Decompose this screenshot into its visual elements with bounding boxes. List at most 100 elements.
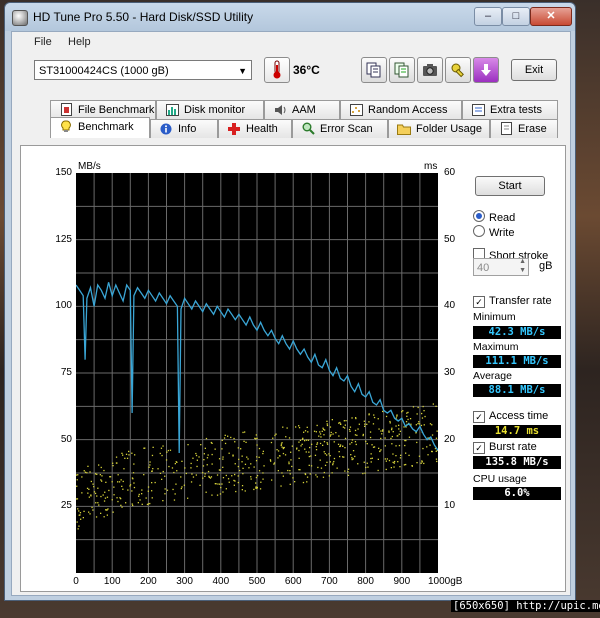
x-tick-label: 300 — [176, 576, 193, 587]
access-time-point — [92, 483, 94, 485]
access-time-point — [80, 518, 82, 520]
transfer-rate-checkbox[interactable]: ✓ Transfer rate — [473, 295, 552, 308]
maximize-button[interactable]: □ — [502, 7, 530, 26]
drive-select[interactable]: ST31000424CS (1000 gB) ▼ — [34, 60, 252, 80]
camera-icon[interactable] — [417, 57, 443, 83]
tab-folder-usage[interactable]: Folder Usage — [388, 119, 490, 138]
write-radio[interactable]: Write — [473, 225, 514, 239]
title-bar[interactable]: HD Tune Pro 5.50 - Hard Disk/SSD Utility… — [5, 3, 575, 31]
access-time-point — [256, 444, 258, 446]
access-time-point — [195, 454, 198, 457]
access-time-point — [116, 497, 118, 499]
tools-icon[interactable] — [445, 57, 471, 83]
access-time-point — [143, 474, 145, 476]
tab-benchmark[interactable]: Benchmark — [50, 117, 150, 138]
access-time-point — [279, 455, 281, 457]
access-time-point — [282, 426, 284, 428]
access-time-point — [281, 446, 283, 448]
tab-health[interactable]: Health — [218, 119, 292, 138]
access-time-point — [172, 488, 174, 491]
y-right-tick-label: 40 — [444, 300, 456, 312]
access-time-point — [141, 493, 143, 495]
toolbar: ST31000424CS (1000 gB) ▼ 36°C Exit — [12, 54, 570, 88]
access-time-point — [412, 406, 415, 408]
access-time-point — [367, 466, 369, 468]
access-time-point — [324, 453, 326, 455]
download-icon[interactable] — [473, 57, 499, 83]
access-time-point — [357, 428, 359, 430]
app-window: HD Tune Pro 5.50 - Hard Disk/SSD Utility… — [4, 2, 576, 601]
access-time-point — [180, 487, 182, 490]
tab-extra-tests[interactable]: Extra tests — [462, 100, 558, 119]
access-time-point — [76, 521, 78, 523]
access-time-point — [355, 417, 357, 419]
access-time-point — [105, 481, 107, 483]
access-time-point — [349, 426, 352, 428]
access-time-point — [115, 456, 118, 458]
access-time-point — [242, 473, 244, 475]
access-time-point — [247, 458, 249, 460]
access-time-point — [294, 481, 296, 483]
access-time-point — [244, 463, 247, 465]
access-time-point — [211, 463, 213, 465]
tab-aam[interactable]: AAM — [264, 100, 340, 119]
access-time-point — [233, 484, 235, 486]
y-left-tick-label: 50 — [60, 433, 72, 445]
copy-info-icon[interactable] — [389, 57, 415, 83]
y-right-tick-label: 50 — [444, 233, 456, 245]
access-time-point — [435, 437, 438, 439]
access-time-point — [388, 430, 390, 432]
access-time-checkbox[interactable]: ✓ Access time — [473, 410, 548, 423]
access-time-point — [113, 486, 115, 488]
burst-rate-checkbox[interactable]: ✓ Burst rate — [473, 441, 537, 454]
y-left-tick-label: 25 — [60, 500, 72, 512]
access-time-point — [149, 502, 151, 505]
access-time-point — [380, 437, 382, 440]
access-time-point — [313, 430, 316, 432]
access-time-point — [315, 431, 317, 433]
access-time-point — [277, 450, 280, 452]
access-time-point — [99, 474, 101, 476]
access-time-point — [298, 457, 300, 459]
access-time-point — [275, 433, 277, 435]
access-time-point — [129, 485, 131, 487]
access-time-point — [191, 473, 193, 475]
close-button[interactable]: ✕ — [530, 7, 572, 26]
access-time-point — [304, 440, 306, 442]
access-time-point — [326, 420, 328, 422]
access-time-point — [245, 441, 247, 443]
access-time-point — [326, 424, 329, 427]
access-time-point — [255, 476, 258, 479]
tab-disk-monitor[interactable]: Disk monitor — [156, 100, 264, 119]
access-time-point — [408, 436, 411, 438]
tab-info[interactable]: Info — [150, 119, 218, 138]
access-time-point — [161, 478, 163, 480]
access-time-point — [127, 489, 129, 491]
access-time-point — [347, 474, 350, 476]
access-time-point — [382, 410, 384, 413]
access-time-point — [242, 431, 244, 434]
tab-erase[interactable]: Erase — [490, 119, 558, 138]
access-time-point — [133, 463, 135, 465]
menu-file[interactable]: File — [34, 36, 52, 48]
access-time-point — [330, 431, 332, 434]
access-time-point — [282, 475, 284, 477]
access-time-point — [356, 434, 358, 436]
access-time-point — [386, 458, 388, 460]
access-time-point — [368, 413, 370, 415]
short-stroke-input[interactable]: 40 ▲ ▼ — [473, 258, 529, 276]
access-time-point — [342, 426, 344, 428]
error-scan-icon — [301, 122, 315, 136]
start-button[interactable]: Start — [475, 176, 545, 196]
access-time-point — [86, 472, 88, 474]
tab-random-access[interactable]: Random Access — [340, 100, 462, 119]
exit-button[interactable]: Exit — [511, 59, 557, 81]
copy-text-icon[interactable] — [361, 57, 387, 83]
menu-help[interactable]: Help — [68, 36, 91, 48]
tab-error-scan[interactable]: Error Scan — [292, 119, 388, 138]
access-time-point — [222, 456, 224, 458]
read-radio[interactable]: Read — [473, 210, 515, 224]
access-time-point — [352, 458, 354, 460]
minimize-button[interactable]: – — [474, 7, 502, 26]
access-time-point — [366, 462, 368, 464]
